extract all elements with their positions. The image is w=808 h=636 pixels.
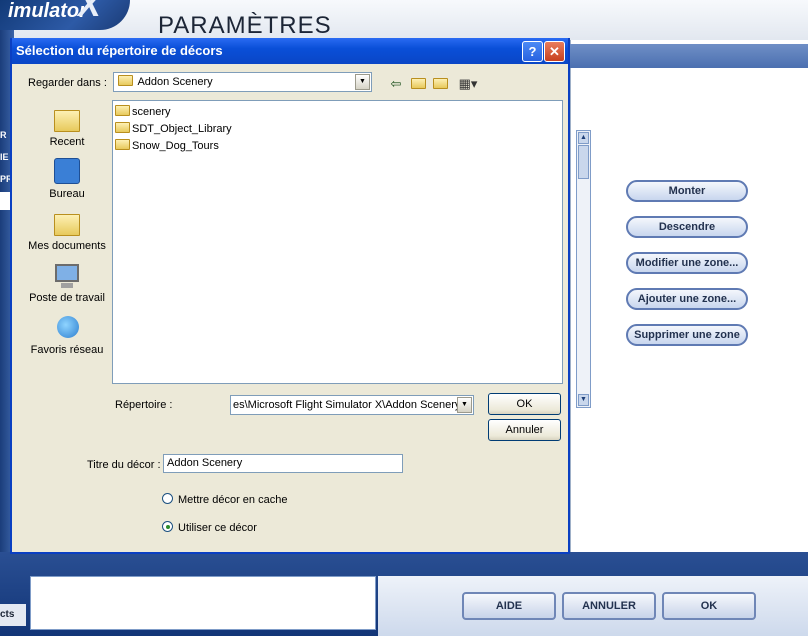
folder-icon (115, 139, 130, 150)
help-icon[interactable]: ? (522, 41, 543, 62)
radio-button[interactable] (162, 521, 173, 532)
place-label: Mes documents (28, 240, 106, 252)
look-in-label: Regarder dans : (28, 77, 107, 89)
desktop-icon (52, 158, 82, 186)
place-recent[interactable]: Recent (20, 106, 114, 156)
page-title: PARAMÈTRES (158, 12, 332, 39)
up-folder-icon[interactable] (410, 76, 426, 92)
add-area-button[interactable]: Ajouter une zone... (626, 288, 748, 310)
directory-combo[interactable]: es\Microsoft Flight Simulator X\Addon Sc… (230, 395, 474, 415)
scroll-thumb[interactable] (578, 145, 589, 179)
bottom-panel (30, 576, 376, 630)
folder-icon (115, 122, 130, 133)
move-up-button[interactable]: Monter (626, 180, 748, 202)
place-desktop[interactable]: Bureau (20, 158, 114, 208)
scroll-up-arrow-icon[interactable]: ▲ (578, 132, 589, 144)
file-list[interactable]: scenery SDT_Object_Library Snow_Dog_Tour… (112, 100, 563, 384)
list-item[interactable]: Snow_Dog_Tours (115, 138, 219, 154)
place-label: Poste de travail (29, 292, 105, 304)
scroll-down-arrow-icon[interactable]: ▼ (578, 394, 589, 406)
scenery-list-panel (570, 40, 808, 585)
scenery-title-label: Titre du décor : (87, 459, 161, 471)
place-label: Recent (49, 136, 85, 148)
dialog-ok-button[interactable]: OK (488, 393, 561, 415)
left-strip-letter: IE (0, 152, 9, 162)
back-arrow-icon[interactable]: ⇦ (388, 76, 404, 92)
recent-folder-icon (52, 106, 82, 134)
scenery-title-input[interactable]: Addon Scenery (163, 454, 403, 473)
view-menu-icon[interactable]: ▦▾ (456, 76, 480, 92)
chevron-down-icon[interactable]: ▼ (355, 74, 370, 90)
dialog-title: Sélection du répertoire de décors (12, 38, 568, 64)
directory-value: es\Microsoft Flight Simulator X\Addon Sc… (233, 399, 461, 411)
ok-button[interactable]: OK (662, 592, 756, 620)
radio-button[interactable] (162, 493, 173, 504)
look-in-dropdown[interactable]: Addon Scenery ▼ (113, 72, 372, 92)
network-places-icon (52, 314, 82, 342)
chevron-down-icon[interactable]: ▼ (457, 397, 472, 413)
folder-icon (118, 75, 133, 86)
edit-area-button[interactable]: Modifier une zone... (626, 252, 748, 274)
logo-text: imulator (8, 0, 87, 22)
logo-x: X (78, 0, 101, 24)
place-my-computer[interactable]: Poste de travail (20, 262, 114, 312)
scenery-list-scrollbar[interactable]: ▲ ▼ (576, 130, 591, 408)
radio-cache-scenery[interactable]: Mettre décor en cache (162, 493, 287, 506)
move-down-button[interactable]: Descendre (626, 216, 748, 238)
folder-icon (115, 105, 130, 116)
list-item[interactable]: SDT_Object_Library (115, 121, 232, 137)
close-icon[interactable]: ✕ (544, 41, 565, 62)
place-network[interactable]: Favoris réseau (20, 314, 114, 364)
my-documents-icon (52, 210, 82, 238)
scenery-list-header (570, 44, 808, 68)
fsx-logo: imulator X (0, 0, 130, 30)
left-strip-letter: R (0, 130, 7, 140)
folder-select-dialog: Sélection du répertoire de décors ? ✕ Re… (10, 38, 570, 554)
place-label: Favoris réseau (30, 344, 104, 356)
list-item[interactable]: scenery (115, 104, 171, 120)
place-label: Bureau (49, 188, 85, 200)
directory-label: Répertoire : (115, 399, 173, 411)
radio-use-scenery[interactable]: Utiliser ce décor (162, 521, 257, 534)
place-my-documents[interactable]: Mes documents (20, 210, 114, 260)
look-in-value: Addon Scenery (137, 76, 213, 88)
my-computer-icon (52, 262, 82, 290)
bottom-tab[interactable]: cts (0, 604, 26, 626)
delete-area-button[interactable]: Supprimer une zone (626, 324, 748, 346)
help-button[interactable]: AIDE (462, 592, 556, 620)
dialog-cancel-button[interactable]: Annuler (488, 419, 561, 441)
cancel-button[interactable]: ANNULER (562, 592, 656, 620)
new-folder-icon[interactable] (432, 76, 448, 92)
